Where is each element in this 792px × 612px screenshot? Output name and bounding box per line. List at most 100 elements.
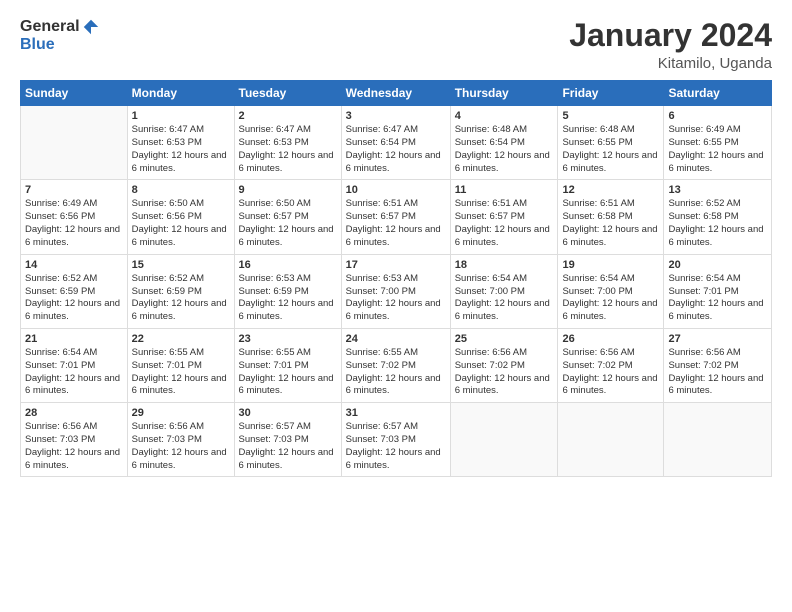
calendar-week-row: 28Sunrise: 6:56 AM Sunset: 7:03 PM Dayli… (21, 403, 772, 477)
cell-date: 4 (455, 110, 554, 122)
cell-date: 17 (346, 259, 446, 271)
cell-info: Sunrise: 6:48 AM Sunset: 6:55 PM Dayligh… (562, 124, 659, 175)
calendar-cell: 13 Sunrise: 6:52 AM Sunset: 6:58 PM Dayli… (664, 180, 772, 254)
calendar-header-row: SundayMondayTuesdayWednesdayThursdayFrid… (21, 81, 772, 106)
cell-date: 27 (668, 333, 767, 345)
calendar-cell: 28Sunrise: 6:56 AM Sunset: 7:03 PM Dayli… (21, 403, 128, 477)
cell-info: Sunrise: 6:54 AM Sunset: 7:00 PM Dayligh… (562, 273, 659, 324)
subtitle: Kitamilo, Uganda (569, 55, 772, 72)
calendar-cell: 22Sunrise: 6:55 AM Sunset: 7:01 PM Dayli… (127, 328, 234, 402)
calendar-cell: 30 Sunrise: 6:57 AM Sunset: 7:03 PM Dayli… (234, 403, 341, 477)
cell-date: 26 (562, 333, 659, 345)
cell-date: 14 (25, 259, 123, 271)
cell-info: Sunrise: 6:51 AM Sunset: 6:57 PM Dayligh… (346, 198, 446, 249)
cell-date: 8 (132, 184, 230, 196)
calendar-day-header: Saturday (664, 81, 772, 106)
calendar-cell: 20 Sunrise: 6:54 AM Sunset: 7:01 PM Dayli… (664, 254, 772, 328)
cell-info: Sunrise: 6:55 AM Sunset: 7:01 PM Dayligh… (132, 347, 230, 398)
cell-date: 24 (346, 333, 446, 345)
calendar-cell (558, 403, 664, 477)
cell-date: 10 (346, 184, 446, 196)
title-section: January 2024 Kitamilo, Uganda (569, 18, 772, 72)
calendar-day-header: Wednesday (341, 81, 450, 106)
calendar-cell: 27 Sunrise: 6:56 AM Sunset: 7:02 PM Dayli… (664, 328, 772, 402)
cell-info: Sunrise: 6:54 AM Sunset: 7:00 PM Dayligh… (455, 273, 554, 324)
calendar-cell: 1Sunrise: 6:47 AM Sunset: 6:53 PM Daylig… (127, 106, 234, 180)
calendar-week-row: 7Sunrise: 6:49 AM Sunset: 6:56 PM Daylig… (21, 180, 772, 254)
calendar-cell: 10 Sunrise: 6:51 AM Sunset: 6:57 PM Dayli… (341, 180, 450, 254)
cell-date: 29 (132, 407, 230, 419)
calendar-day-header: Monday (127, 81, 234, 106)
calendar-cell: 26 Sunrise: 6:56 AM Sunset: 7:02 PM Dayli… (558, 328, 664, 402)
cell-info: Sunrise: 6:50 AM Sunset: 6:56 PM Dayligh… (132, 198, 230, 249)
calendar-cell: 29 Sunrise: 6:56 AM Sunset: 7:03 PM Dayli… (127, 403, 234, 477)
cell-info: Sunrise: 6:52 AM Sunset: 6:58 PM Dayligh… (668, 198, 767, 249)
cell-info: Sunrise: 6:47 AM Sunset: 6:53 PM Dayligh… (239, 124, 337, 175)
calendar-day-header: Sunday (21, 81, 128, 106)
calendar-cell (664, 403, 772, 477)
calendar-cell: 5 Sunrise: 6:48 AM Sunset: 6:55 PM Daylig… (558, 106, 664, 180)
cell-date: 21 (25, 333, 123, 345)
cell-info: Sunrise: 6:50 AM Sunset: 6:57 PM Dayligh… (239, 198, 337, 249)
cell-date: 30 (239, 407, 337, 419)
cell-date: 20 (668, 259, 767, 271)
cell-info: Sunrise: 6:51 AM Sunset: 6:57 PM Dayligh… (455, 198, 554, 249)
cell-info: Sunrise: 6:57 AM Sunset: 7:03 PM Dayligh… (346, 421, 446, 472)
cell-info: Sunrise: 6:48 AM Sunset: 6:54 PM Dayligh… (455, 124, 554, 175)
calendar-cell: 7Sunrise: 6:49 AM Sunset: 6:56 PM Daylig… (21, 180, 128, 254)
calendar-cell (450, 403, 558, 477)
calendar-cell: 12 Sunrise: 6:51 AM Sunset: 6:58 PM Dayli… (558, 180, 664, 254)
cell-date: 23 (239, 333, 337, 345)
cell-date: 18 (455, 259, 554, 271)
calendar-cell: 3Sunrise: 6:47 AM Sunset: 6:54 PM Daylig… (341, 106, 450, 180)
header: General Blue January 2024 Kitamilo, Ugan… (20, 18, 772, 72)
cell-info: Sunrise: 6:56 AM Sunset: 7:02 PM Dayligh… (562, 347, 659, 398)
cell-date: 2 (239, 110, 337, 122)
cell-info: Sunrise: 6:49 AM Sunset: 6:55 PM Dayligh… (668, 124, 767, 175)
cell-date: 12 (562, 184, 659, 196)
calendar-cell: 17Sunrise: 6:53 AM Sunset: 7:00 PM Dayli… (341, 254, 450, 328)
cell-date: 6 (668, 110, 767, 122)
logo-icon (82, 18, 100, 36)
cell-date: 7 (25, 184, 123, 196)
cell-date: 31 (346, 407, 446, 419)
calendar-cell: 8 Sunrise: 6:50 AM Sunset: 6:56 PM Daylig… (127, 180, 234, 254)
calendar-cell: 4 Sunrise: 6:48 AM Sunset: 6:54 PM Daylig… (450, 106, 558, 180)
calendar-day-header: Tuesday (234, 81, 341, 106)
calendar-cell: 2 Sunrise: 6:47 AM Sunset: 6:53 PM Daylig… (234, 106, 341, 180)
calendar-cell: 24 Sunrise: 6:55 AM Sunset: 7:02 PM Dayli… (341, 328, 450, 402)
calendar-week-row: 14 Sunrise: 6:52 AM Sunset: 6:59 PM Dayli… (21, 254, 772, 328)
cell-info: Sunrise: 6:52 AM Sunset: 6:59 PM Dayligh… (132, 273, 230, 324)
cell-info: Sunrise: 6:55 AM Sunset: 7:02 PM Dayligh… (346, 347, 446, 398)
cell-info: Sunrise: 6:54 AM Sunset: 7:01 PM Dayligh… (668, 273, 767, 324)
calendar-cell: 19 Sunrise: 6:54 AM Sunset: 7:00 PM Dayli… (558, 254, 664, 328)
cell-info: Sunrise: 6:57 AM Sunset: 7:03 PM Dayligh… (239, 421, 337, 472)
calendar-day-header: Friday (558, 81, 664, 106)
page: General Blue January 2024 Kitamilo, Ugan… (0, 0, 792, 612)
cell-date: 11 (455, 184, 554, 196)
calendar-cell: 23Sunrise: 6:55 AM Sunset: 7:01 PM Dayli… (234, 328, 341, 402)
calendar-cell: 25Sunrise: 6:56 AM Sunset: 7:02 PM Dayli… (450, 328, 558, 402)
cell-info: Sunrise: 6:56 AM Sunset: 7:03 PM Dayligh… (132, 421, 230, 472)
cell-info: Sunrise: 6:47 AM Sunset: 6:53 PM Dayligh… (132, 124, 230, 175)
calendar-cell: 11 Sunrise: 6:51 AM Sunset: 6:57 PM Dayli… (450, 180, 558, 254)
calendar-cell: 21Sunrise: 6:54 AM Sunset: 7:01 PM Dayli… (21, 328, 128, 402)
cell-info: Sunrise: 6:56 AM Sunset: 7:02 PM Dayligh… (668, 347, 767, 398)
calendar-week-row: 1Sunrise: 6:47 AM Sunset: 6:53 PM Daylig… (21, 106, 772, 180)
calendar-day-header: Thursday (450, 81, 558, 106)
cell-info: Sunrise: 6:53 AM Sunset: 6:59 PM Dayligh… (239, 273, 337, 324)
cell-info: Sunrise: 6:56 AM Sunset: 7:02 PM Dayligh… (455, 347, 554, 398)
calendar-cell: 6 Sunrise: 6:49 AM Sunset: 6:55 PM Daylig… (664, 106, 772, 180)
cell-info: Sunrise: 6:56 AM Sunset: 7:03 PM Dayligh… (25, 421, 123, 472)
calendar-cell (21, 106, 128, 180)
calendar-cell: 14Sunrise: 6:52 AM Sunset: 6:59 PM Dayli… (21, 254, 128, 328)
cell-date: 16 (239, 259, 337, 271)
cell-date: 15 (132, 259, 230, 271)
logo-blue-text: Blue (20, 36, 55, 54)
cell-date: 5 (562, 110, 659, 122)
calendar-week-row: 21Sunrise: 6:54 AM Sunset: 7:01 PM Dayli… (21, 328, 772, 402)
cell-date: 19 (562, 259, 659, 271)
calendar-cell: 9Sunrise: 6:50 AM Sunset: 6:57 PM Daylig… (234, 180, 341, 254)
cell-date: 13 (668, 184, 767, 196)
cell-info: Sunrise: 6:51 AM Sunset: 6:58 PM Dayligh… (562, 198, 659, 249)
